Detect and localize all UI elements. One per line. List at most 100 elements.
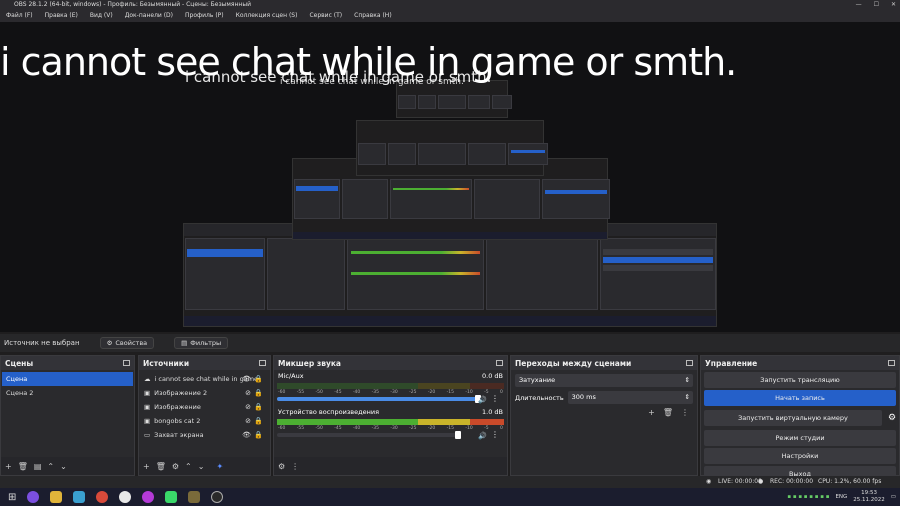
more-options-icon[interactable]: ⋮ [681,408,689,417]
undock-icon[interactable] [686,360,693,366]
eye-icon[interactable]: 👁 [242,372,251,386]
start-record-button[interactable]: Начать запись [704,390,896,406]
eye-off-icon[interactable]: ⊘ [245,400,251,414]
menu-docks[interactable]: Док-панели (D) [125,10,173,22]
tick-label: -55 [296,390,305,395]
spin-arrows-icon: ⇕ [684,393,690,401]
scenes-title: Сцены [5,358,34,368]
clock[interactable]: 19:53 25.11.2022 [853,490,885,504]
windows-taskbar: ⊞ ▪ ▪ ▪ ▪ ▪ ▪ ▪ ▪ ENG 19:53 25.11.2022 ▭ [0,488,900,506]
more-options-icon[interactable]: ⋮ [491,394,499,403]
source-item[interactable]: ▣ bongobs cat 2 ⊘ 🔒 [140,414,269,428]
chrome-icon[interactable] [96,491,109,503]
source-item[interactable]: ▭ Захват экрана 👁 🔒 [140,428,269,442]
lock-icon[interactable]: 🔒 [254,372,263,386]
chevron-down-icon[interactable]: ⌄ [60,462,67,471]
speaker-icon[interactable]: 🔊 [478,396,487,404]
filters-button[interactable]: ▤ Фильтры [174,337,229,349]
eye-icon[interactable]: 👁 [242,428,251,442]
tick-label: -30 [390,426,398,431]
tick-label: -25 [409,426,417,431]
preview-canvas[interactable]: i cannot see chat while in game or smth.… [0,22,900,332]
obs-icon[interactable] [211,491,224,503]
game-icon[interactable] [188,491,201,503]
app-icon[interactable] [165,491,178,503]
tick-label: -20 [427,390,436,395]
properties-button[interactable]: ⚙ Свойства [99,337,155,349]
chevron-down-icon[interactable]: ⌄ [198,462,205,471]
tick-label: -35 [371,426,380,431]
gear-icon[interactable]: ⚙ [885,413,899,423]
source-item[interactable]: ☁ i cannot see chat while in game 👁 🔒 [140,372,269,386]
yandex-browser-icon[interactable] [142,491,155,503]
gear-icon[interactable]: ⚙ [278,462,285,471]
tick-label: -30 [390,390,398,395]
tick-label: -5 [484,426,489,431]
settings-button[interactable]: Настройки [704,448,896,464]
channel-db: 1.0 dB [482,408,503,416]
menu-edit[interactable]: Правка (E) [45,10,78,22]
undock-icon[interactable] [888,360,895,366]
duration-label: Длительность [515,393,564,402]
tick-label: 0 [499,426,503,431]
scene-item[interactable]: Сцена 2 [2,386,133,400]
windows-start-icon[interactable]: ⊞ [8,492,16,503]
close-icon[interactable]: ✕ [891,0,896,10]
add-icon[interactable]: + [5,462,12,471]
more-options-icon[interactable]: ⋮ [491,430,499,439]
keyboard-language[interactable]: ENG [835,494,847,500]
add-icon[interactable]: + [648,408,655,417]
minimize-icon[interactable]: — [856,0,862,10]
trash-icon[interactable]: 🗑 [18,462,28,471]
window-controls: — ☐ ✕ [856,0,896,10]
rec-status: REC: 00:00:00 [770,478,814,485]
alice-icon[interactable] [27,491,40,503]
menu-view[interactable]: Вид (V) [90,10,113,22]
chevron-up-icon[interactable]: ⌃ [47,462,54,471]
lock-icon[interactable]: 🔒 [254,400,263,414]
start-stream-button[interactable]: Запустить трансляцию [704,372,896,388]
volume-slider[interactable] [277,395,481,403]
menu-tools[interactable]: Сервис (T) [309,10,342,22]
eye-off-icon[interactable]: ⊘ [245,414,251,428]
window-title: OBS 28.1.2 (64-bit, windows) - Профиль: … [14,1,251,8]
speaker-icon[interactable]: 🔊 [478,432,487,440]
menu-scene-collection[interactable]: Коллекция сцен (S) [236,10,298,22]
lock-icon[interactable]: 🔒 [254,414,263,428]
eye-off-icon[interactable]: ⊘ [245,386,251,400]
virtual-camera-button[interactable]: Запустить виртуальную камеру [704,410,882,426]
chevron-up-icon[interactable]: ⌃ [185,462,192,471]
volume-slider[interactable] [277,431,461,439]
transition-select[interactable]: Затухание ⇕ [515,374,693,387]
channel-db: 0.0 dB [482,372,503,380]
scene-item[interactable]: Сцена [2,372,133,386]
lock-icon[interactable]: 🔒 [254,428,263,442]
menu-file[interactable]: Файл (F) [6,10,33,22]
gear-icon[interactable]: ⚙ [172,462,179,471]
duration-spinbox[interactable]: 300 ms ⇕ [567,391,693,404]
trash-icon[interactable]: 🗑 [156,462,166,471]
notifications-icon[interactable]: ▭ [891,494,896,500]
maximize-icon[interactable]: ☐ [874,0,879,10]
menu-profile[interactable]: Профиль (P) [185,10,224,22]
add-icon[interactable]: + [143,462,150,471]
menu-help[interactable]: Справка (H) [354,10,392,22]
lock-icon[interactable]: 🔒 [254,386,263,400]
mixer-channel: Устройство воспроизведения 1.0 dB -60 -55 -… [274,406,507,442]
undock-icon[interactable] [259,360,266,366]
chevron-down-icon: ⇕ [684,376,690,384]
undock-icon[interactable] [123,360,130,366]
folder-icon[interactable] [50,491,63,503]
source-item[interactable]: ▣ Изображение 2 ⊘ 🔒 [140,386,269,400]
filter-icon[interactable]: ▤ [34,462,42,471]
trash-icon[interactable]: 🗑 [663,408,673,417]
more-options-icon[interactable]: ⋮ [291,462,299,471]
studio-mode-button[interactable]: Режим студии [704,430,896,446]
yandex-icon[interactable] [119,491,132,503]
tick-label: -20 [427,426,436,431]
gear-icon: ⚙ [106,339,113,347]
tray-icons[interactable]: ▪ ▪ ▪ ▪ ▪ ▪ ▪ ▪ [787,494,829,500]
source-item[interactable]: ▣ Изображение ⊘ 🔒 [140,400,269,414]
photos-icon[interactable] [73,491,86,503]
undock-icon[interactable] [496,360,503,366]
